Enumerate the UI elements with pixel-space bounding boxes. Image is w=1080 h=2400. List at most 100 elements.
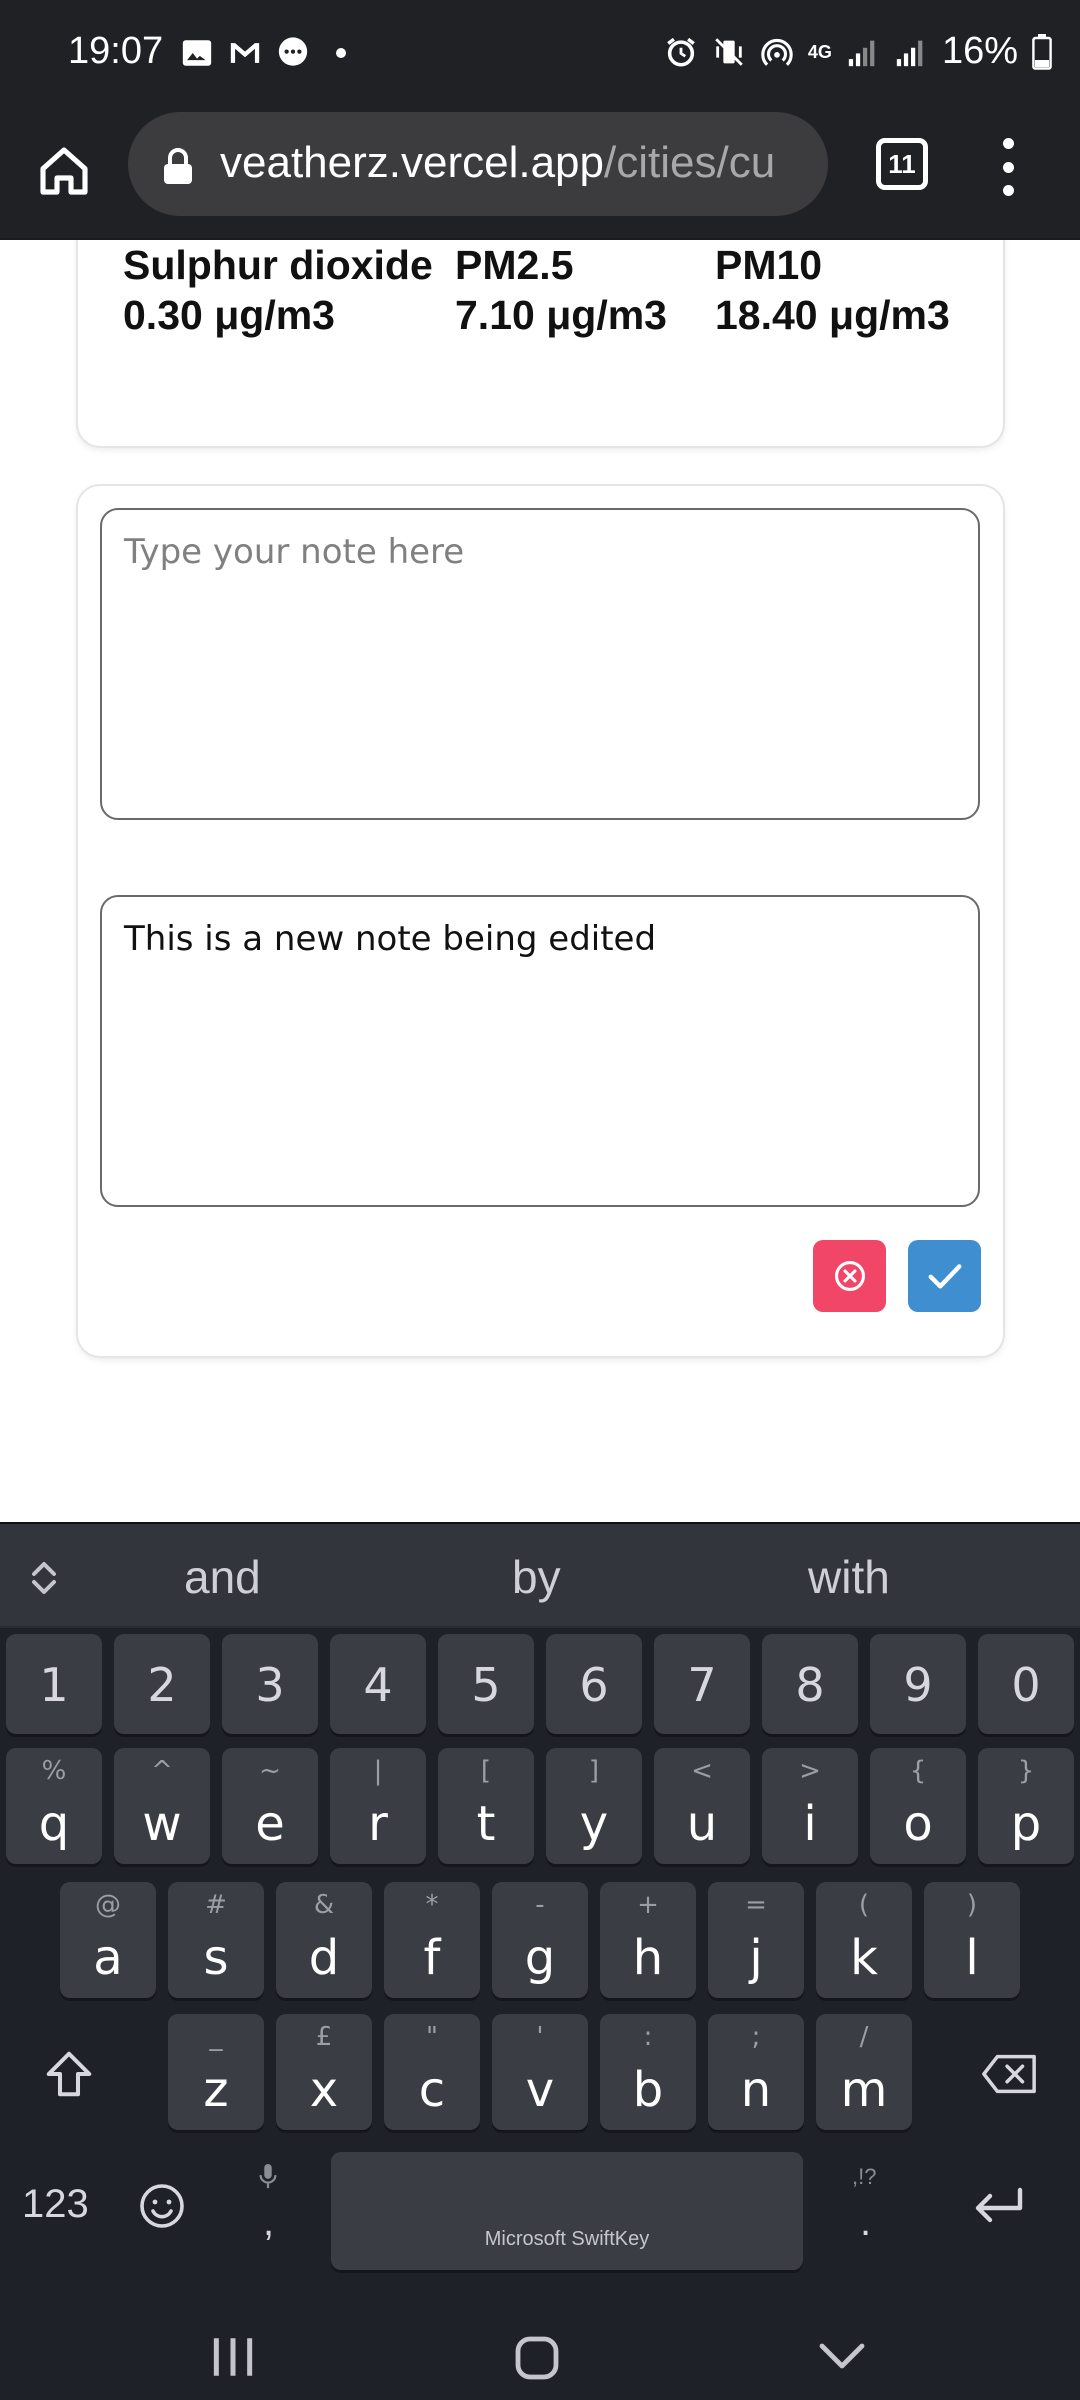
key-alt-label: ( xyxy=(858,1890,870,1920)
key-label: w xyxy=(142,1796,182,1852)
suggestion-word[interactable]: with xyxy=(808,1550,890,1604)
key-alt-label: # xyxy=(205,1890,227,1920)
status-bar: 19:07 4G 16% xyxy=(0,0,1080,108)
number-key[interactable]: 4 xyxy=(330,1634,426,1734)
space-key-label: Microsoft SwiftKey xyxy=(484,2228,650,2250)
letter-key[interactable]: > i xyxy=(762,1748,858,1864)
key-label: p xyxy=(1010,1796,1042,1852)
letter-key[interactable]: [t xyxy=(438,1748,534,1864)
key-label: 9 xyxy=(903,1658,933,1712)
letter-key[interactable]: :b xyxy=(600,2014,696,2130)
lock-icon xyxy=(164,148,192,184)
letter-key[interactable]: " c xyxy=(384,2014,480,2130)
hide-keyboard-icon[interactable] xyxy=(818,2340,866,2372)
pollutant-name: PM2.5 xyxy=(455,242,574,288)
key-alt-label: | xyxy=(373,1756,383,1786)
recent-apps-icon[interactable] xyxy=(208,2334,258,2380)
number-key[interactable]: 1 xyxy=(6,1634,102,1734)
letter-key[interactable]: } p xyxy=(978,1748,1074,1864)
key-label: 1 xyxy=(39,1658,69,1712)
address-bar[interactable]: veatherz.vercel.app/cities/cu xyxy=(128,112,828,216)
save-note-button[interactable] xyxy=(908,1240,981,1312)
letter-key[interactable]: ] y xyxy=(546,1748,642,1864)
system-nav-bar xyxy=(0,2312,1080,2400)
letter-key[interactable]: £ x xyxy=(276,2014,372,2130)
letter-key[interactable]: * f xyxy=(384,1882,480,1998)
letter-key[interactable]: ' v xyxy=(492,2014,588,2130)
key-alt-label: { xyxy=(909,1756,927,1786)
alarm-icon xyxy=(667,37,695,67)
air-quality-item: PM2.5 7.10 μg/m3 xyxy=(455,240,667,340)
home-icon[interactable] xyxy=(36,138,92,204)
letter-key[interactable]: < u xyxy=(654,1748,750,1864)
key-label: j xyxy=(749,1930,763,1986)
number-key[interactable]: 8 xyxy=(762,1634,858,1734)
key-alt-label: ' xyxy=(536,2022,544,2052)
letter-key[interactable]: @ a xyxy=(60,1882,156,1998)
key-label: o xyxy=(903,1796,933,1852)
key-label: 7 xyxy=(687,1658,717,1712)
letter-key[interactable]: ) l xyxy=(924,1882,1020,1998)
suggestion-bar: and by with xyxy=(0,1524,1080,1628)
key-alt-label: " xyxy=(426,2022,438,2052)
space-key[interactable]: Microsoft SwiftKey xyxy=(331,2152,803,2270)
key-label: 5 xyxy=(471,1658,501,1712)
key-alt-label: / xyxy=(859,2022,869,2052)
number-key[interactable]: 6 xyxy=(546,1634,642,1734)
suggestion-word[interactable]: by xyxy=(512,1550,561,1604)
key-alt-label: ] xyxy=(588,1756,600,1786)
letter-key[interactable]: & d xyxy=(276,1882,372,1998)
letter-key[interactable]: (k xyxy=(816,1882,912,1998)
key-alt-label: & xyxy=(313,1890,335,1920)
more-menu-icon[interactable] xyxy=(990,134,1026,200)
key-label: r xyxy=(368,1796,388,1852)
key-label: e xyxy=(255,1796,285,1852)
key-alt-label: % xyxy=(41,1756,67,1786)
letter-key[interactable]: -g xyxy=(492,1882,588,1998)
number-key[interactable]: 5 xyxy=(438,1634,534,1734)
microphone-icon xyxy=(259,2164,277,2189)
url-host: veatherz.vercel.app xyxy=(220,138,604,187)
number-key[interactable]: 2 xyxy=(114,1634,210,1734)
notification-dot xyxy=(336,48,346,58)
home-nav-icon[interactable] xyxy=(512,2334,562,2382)
backspace-icon[interactable] xyxy=(980,2052,1038,2096)
symbols-key[interactable]: 123 xyxy=(22,2182,89,2227)
number-key[interactable]: 0 xyxy=(978,1634,1074,1734)
letter-key[interactable]: {o xyxy=(870,1748,966,1864)
enter-icon[interactable] xyxy=(970,2184,1026,2228)
key-alt-label: ~ xyxy=(259,1756,281,1786)
shift-icon[interactable] xyxy=(42,2046,96,2102)
tab-switcher-button[interactable]: 11 xyxy=(876,138,928,190)
battery-percent: 16% xyxy=(941,30,1018,72)
number-key[interactable]: 7 xyxy=(654,1634,750,1734)
emoji-icon[interactable] xyxy=(138,2182,186,2230)
key-alt-label: + xyxy=(637,1890,659,1920)
letter-key[interactable]: / m xyxy=(816,2014,912,2130)
period-key[interactable]: . xyxy=(860,2200,871,2245)
expand-toolbar-icon[interactable] xyxy=(28,1558,60,1598)
letter-key[interactable]: # s xyxy=(168,1882,264,1998)
letter-key[interactable]: ^ w xyxy=(114,1748,210,1864)
comma-key[interactable]: , xyxy=(263,2200,274,2245)
letter-key[interactable]: ; n xyxy=(708,2014,804,2130)
close-circle-icon xyxy=(834,1260,865,1292)
key-alt-label: > xyxy=(799,1756,821,1786)
letter-key[interactable]: % q xyxy=(6,1748,102,1864)
suggestion-word[interactable]: and xyxy=(184,1550,261,1604)
new-note-textarea[interactable] xyxy=(100,508,980,820)
number-key[interactable]: 3 xyxy=(222,1634,318,1734)
key-label: t xyxy=(476,1796,496,1852)
number-key[interactable]: 9 xyxy=(870,1634,966,1734)
letter-key[interactable]: | r xyxy=(330,1748,426,1864)
air-quality-item: Sulphur dioxide 0.30 μg/m3 xyxy=(123,240,433,340)
letter-key[interactable]: + h xyxy=(600,1882,696,1998)
key-label: n xyxy=(740,2062,772,2118)
letter-key[interactable]: ~ e xyxy=(222,1748,318,1864)
letter-key[interactable]: = j xyxy=(708,1882,804,1998)
letter-key[interactable]: _ z xyxy=(168,2014,264,2130)
key-alt-label: } xyxy=(1017,1756,1035,1786)
cancel-edit-button[interactable] xyxy=(813,1240,886,1312)
key-alt-label: : xyxy=(643,2022,653,2052)
edit-note-textarea[interactable] xyxy=(100,895,980,1207)
